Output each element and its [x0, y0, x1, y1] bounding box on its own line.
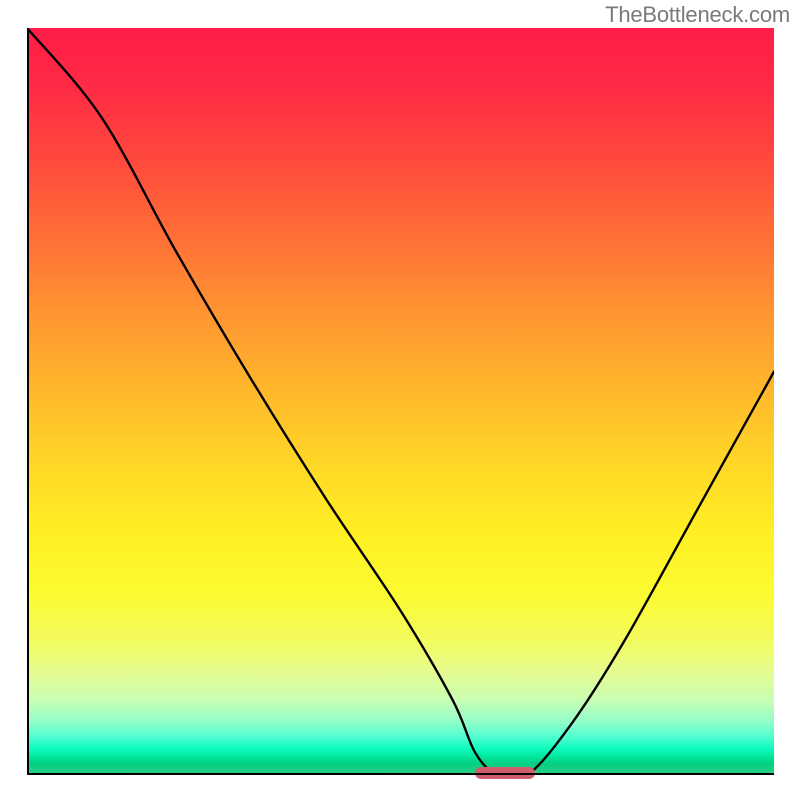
chart-container: TheBottleneck.com — [0, 0, 800, 800]
y-axis-line — [27, 28, 29, 775]
watermark-text: TheBottleneck.com — [605, 2, 790, 28]
x-axis-line — [27, 773, 774, 775]
axes — [27, 28, 774, 775]
plot-area — [27, 28, 774, 775]
